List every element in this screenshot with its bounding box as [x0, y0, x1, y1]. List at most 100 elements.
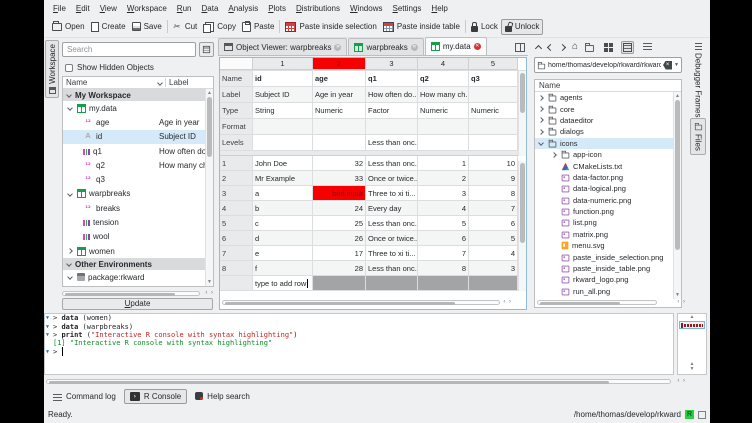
workspace-dock-tab[interactable]: Workspace [45, 40, 59, 98]
paste-inside-selection-button[interactable]: Paste inside selection [282, 20, 379, 34]
tree-vertical-scrollbar[interactable]: ▲ ▼ [205, 89, 213, 286]
file-item[interactable]: data-numeric.png [535, 195, 673, 206]
close-tab-icon[interactable]: ✕ [474, 43, 481, 50]
cell[interactable]: 7 [469, 201, 518, 215]
grid-column-headers[interactable]: 12345 [220, 58, 526, 71]
path-dropdown-icon[interactable]: ▼ [674, 62, 679, 68]
tree-item[interactable] [63, 285, 213, 286]
cell[interactable]: bad input [313, 186, 366, 200]
forward-button[interactable] [559, 43, 566, 50]
cell[interactable]: Mr Example [253, 171, 313, 185]
cell[interactable] [313, 276, 366, 290]
cell[interactable]: Numeric [313, 103, 366, 118]
view-mode-icons-button[interactable] [601, 41, 614, 54]
file-list-horizontal-scrollbar[interactable]: ‹ › [537, 299, 672, 305]
r-console[interactable]: ▼> data (women)▼> data (warpbreaks)▼> pr… [44, 313, 674, 375]
tree-item[interactable]: ¹²ageAge in year [63, 115, 213, 129]
file-list-vertical-scrollbar[interactable]: ▲ ▼ [673, 92, 681, 299]
search-input[interactable]: Search [62, 42, 196, 57]
column-header[interactable]: 2 [313, 58, 366, 70]
view-mode-tree-button[interactable] [621, 41, 634, 54]
show-hidden-checkbox-row[interactable]: Show Hidden Objects [65, 63, 154, 72]
tool-tab-help-search[interactable]: Help search [190, 390, 255, 403]
cell[interactable]: 24 [313, 201, 366, 215]
file-item[interactable]: data-logical.png [535, 183, 673, 194]
menu-settings[interactable]: Settings [387, 2, 426, 15]
tree-item[interactable]: AidSubject ID [63, 130, 213, 144]
cell[interactable] [366, 119, 418, 134]
tool-tab-r-console[interactable]: ›R Console [124, 389, 187, 404]
cell[interactable]: Every day [366, 201, 418, 215]
cell[interactable]: 32 [313, 156, 366, 170]
cell[interactable]: Age in year [313, 87, 366, 102]
cell[interactable]: 28 [313, 261, 366, 275]
cell[interactable] [469, 135, 518, 150]
clear-path-icon[interactable]: × [663, 61, 672, 70]
cell[interactable] [469, 87, 518, 102]
cell[interactable]: q3 [469, 71, 518, 86]
cell[interactable]: c [253, 216, 313, 230]
file-item[interactable]: dialogs [535, 126, 673, 137]
create-button[interactable]: Create [88, 20, 129, 34]
cell[interactable] [418, 119, 469, 134]
menu-run[interactable]: Run [172, 2, 197, 15]
open-folder-button[interactable] [585, 45, 594, 52]
cell[interactable]: Less than onc... [366, 261, 418, 275]
home-button[interactable]: ⌂ [572, 41, 578, 53]
cell[interactable] [469, 276, 518, 290]
files-dock-tab[interactable]: Files [690, 118, 706, 155]
cell[interactable] [313, 135, 366, 150]
cell[interactable]: 17 [313, 246, 366, 260]
cell[interactable]: 5 [418, 216, 469, 230]
cell[interactable]: Numeric [418, 103, 469, 118]
menu-file[interactable]: File [48, 2, 71, 15]
grid-horizontal-scrollbar[interactable]: ‹ › [222, 299, 512, 306]
file-item[interactable]: core [535, 103, 673, 114]
column-header[interactable]: 4 [418, 58, 469, 70]
back-button[interactable] [547, 43, 554, 50]
cell[interactable]: 5 [469, 231, 518, 245]
cell[interactable]: Less than onc... [366, 135, 418, 150]
search-options-button[interactable] [199, 42, 214, 57]
cell[interactable]: Subject ID [253, 87, 313, 102]
cell[interactable]: Three to xi ti... [366, 186, 418, 200]
tree-item[interactable]: package:rkward [63, 270, 213, 284]
cell[interactable]: 4 [418, 201, 469, 215]
cell[interactable]: 6 [418, 231, 469, 245]
cell[interactable] [313, 119, 366, 134]
file-item[interactable]: CMakeLists.txt [535, 160, 673, 171]
file-list-header[interactable]: Name [535, 80, 681, 92]
tree-item[interactable]: wool [63, 230, 213, 244]
console-side-item[interactable] [679, 321, 705, 329]
cell[interactable]: John Doe [253, 156, 313, 170]
cell[interactable]: Once or twice... [366, 231, 418, 245]
tree-item[interactable]: women [63, 244, 213, 258]
cell[interactable] [418, 276, 469, 290]
tree-item[interactable]: ¹²breaks [63, 201, 213, 215]
column-header[interactable]: 5 [469, 58, 518, 70]
cell[interactable]: Factor [366, 103, 418, 118]
cell[interactable]: age [313, 71, 366, 86]
console-horizontal-scrollbar[interactable]: ‹ › [46, 378, 686, 385]
tree-horizontal-scrollbar[interactable]: ‹ › [62, 290, 214, 297]
up-button[interactable] [535, 44, 542, 51]
tree-item[interactable]: ¹²q2How many ch... [63, 158, 213, 172]
file-item[interactable]: agents [535, 92, 673, 103]
menu-distributions[interactable]: Distributions [291, 2, 345, 15]
file-item[interactable]: matrix.png [535, 229, 673, 240]
paste-button[interactable]: Paste [239, 20, 277, 34]
paste-inside-table-button[interactable]: Paste inside table [380, 20, 463, 34]
file-item[interactable]: menu.svg [535, 240, 673, 251]
close-tab-icon[interactable]: ✕ [334, 44, 341, 51]
menu-help[interactable]: Help [426, 2, 452, 15]
cell[interactable]: 8 [418, 261, 469, 275]
cell[interactable] [253, 119, 313, 134]
tab-my-data[interactable]: my.data✕ [425, 37, 487, 55]
tree-item[interactable]: warpbreaks [63, 187, 213, 201]
close-tab-icon[interactable]: ✕ [411, 44, 418, 51]
cell[interactable]: q2 [418, 71, 469, 86]
cell[interactable] [469, 119, 518, 134]
cell[interactable]: 6 [469, 216, 518, 230]
cell[interactable]: b [253, 201, 313, 215]
cell[interactable]: 2 [418, 171, 469, 185]
